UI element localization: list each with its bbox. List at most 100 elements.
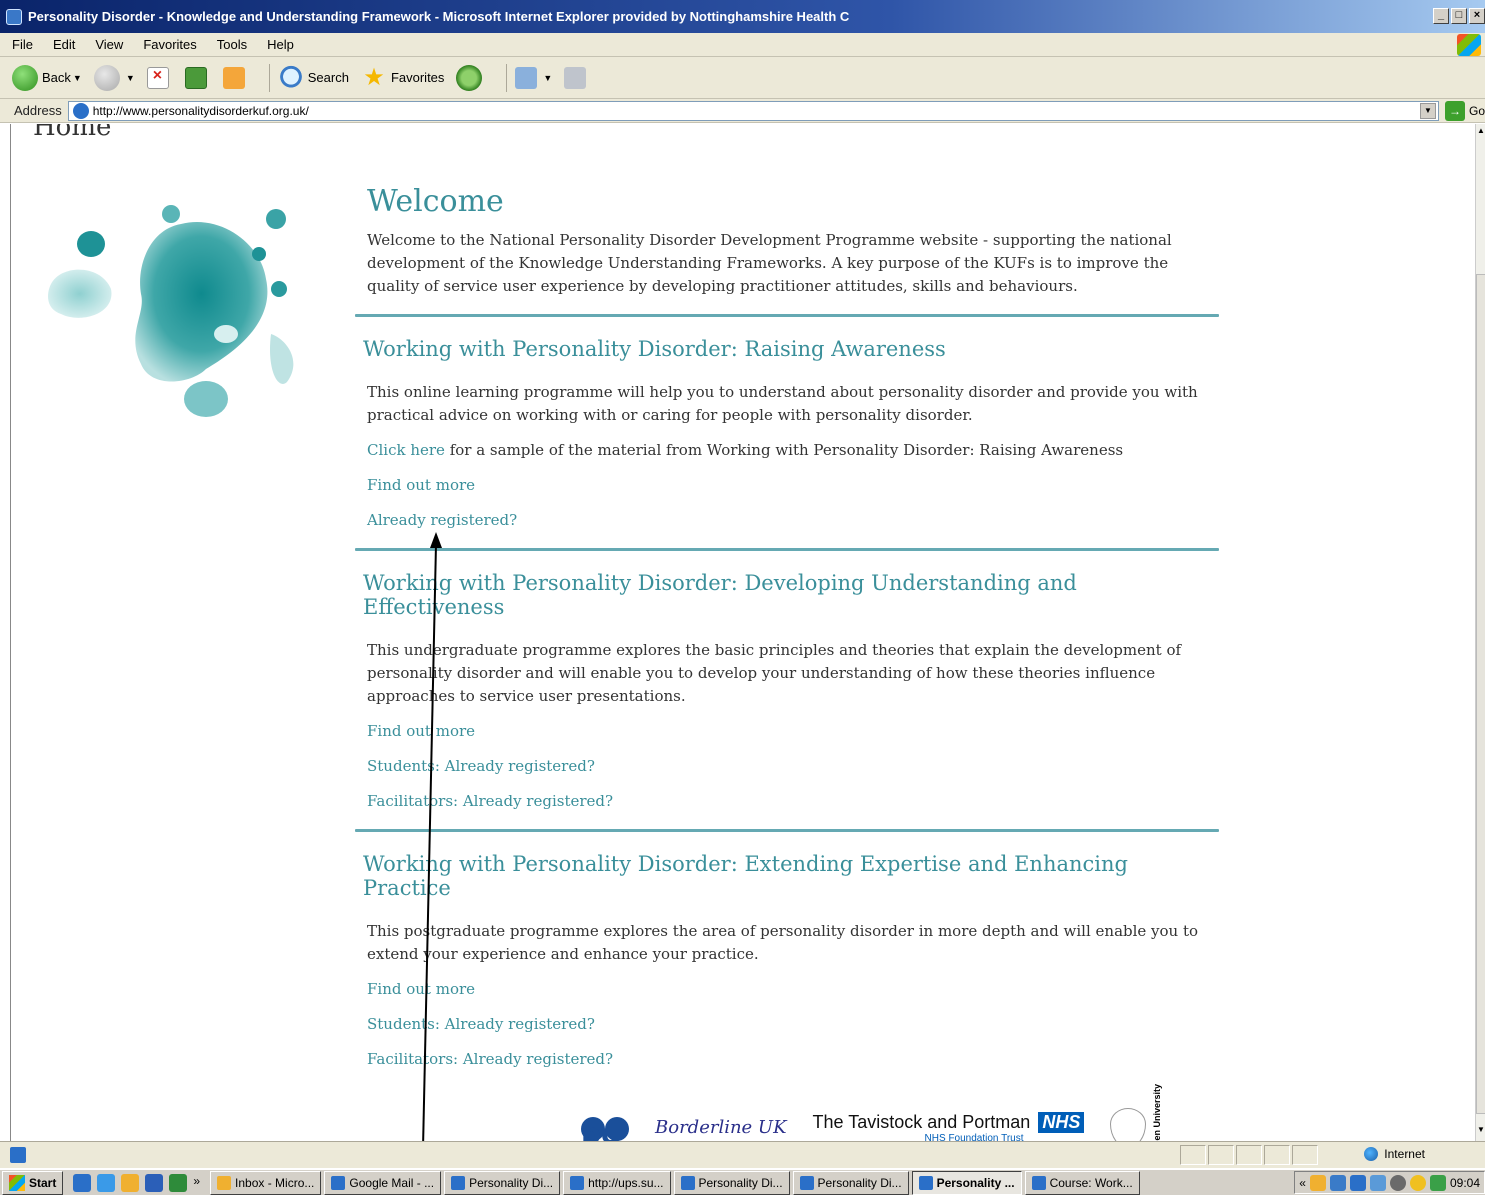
tray-disc-icon[interactable]: [1389, 1174, 1406, 1191]
tray-update-icon[interactable]: [1409, 1174, 1426, 1191]
open-university-text: The Open University: [1152, 1084, 1163, 1141]
tray-sync-icon[interactable]: [1429, 1174, 1446, 1191]
menu-help[interactable]: Help: [267, 37, 294, 52]
ie-icon: [1031, 1175, 1046, 1190]
open-university-shield-icon: [1110, 1107, 1147, 1141]
section-heading-extending-expertise[interactable]: Working with Personality Disorder: Exten…: [363, 852, 1221, 900]
section-heading-developing-understanding[interactable]: Working with Personality Disorder: Devel…: [363, 571, 1221, 619]
taskbar-item-label: Personality Di...: [469, 1175, 554, 1190]
taskbar-item-label: Google Mail - ...: [349, 1175, 435, 1190]
tray-network-icon[interactable]: [1329, 1174, 1346, 1191]
browser-quicklaunch-icon[interactable]: [97, 1173, 116, 1192]
menu-edit[interactable]: Edit: [53, 37, 75, 52]
tray-search-icon[interactable]: [1369, 1174, 1386, 1191]
tavistock-logo[interactable]: The Tavistock and Portman NHS NHS Foundat…: [813, 1111, 1085, 1141]
open-university-logo[interactable]: The Open University: [1110, 1084, 1172, 1141]
word-quicklaunch-icon[interactable]: [145, 1173, 164, 1192]
clock[interactable]: 09:04: [1450, 1176, 1480, 1190]
close-button[interactable]: ×: [1469, 8, 1485, 24]
menu-view[interactable]: View: [95, 37, 123, 52]
taskbar-item[interactable]: Inbox - Micro...: [210, 1170, 322, 1195]
start-button[interactable]: Start: [2, 1170, 64, 1195]
go-button[interactable]: → Go: [1444, 100, 1485, 121]
section-heading-raising-awareness[interactable]: Working with Personality Disorder: Raisi…: [363, 337, 1221, 361]
minimize-button[interactable]: _: [1433, 8, 1449, 24]
menu-file[interactable]: File: [12, 37, 33, 52]
address-url[interactable]: http://www.personalitydisorderkuf.org.uk…: [93, 104, 309, 118]
home-button[interactable]: [222, 66, 249, 89]
tray-messenger-icon[interactable]: [1349, 1174, 1366, 1191]
home-icon: [222, 66, 245, 89]
taskbar-item[interactable]: Personality Di...: [792, 1170, 909, 1195]
ie-icon: [918, 1175, 933, 1190]
section-text-extending-expertise: This postgraduate programme explores the…: [367, 922, 1199, 963]
scroll-down-icon[interactable]: ▼: [1476, 1125, 1485, 1139]
back-button[interactable]: Back ▼: [12, 64, 82, 91]
chevron-down-icon[interactable]: ▼: [543, 73, 552, 83]
section-divider: [355, 829, 1219, 832]
tray-chevron-icon[interactable]: «: [1299, 1176, 1306, 1190]
taskbar-item[interactable]: http://ups.su...: [563, 1170, 671, 1195]
history-button[interactable]: [456, 64, 486, 91]
tray-clock-icon[interactable]: [1309, 1174, 1326, 1191]
ie-icon: [570, 1175, 585, 1190]
ie-icon: [799, 1175, 814, 1190]
students-registered-link[interactable]: Students: Already registered?: [367, 755, 1221, 778]
refresh-icon: [184, 66, 207, 89]
taskbar-item[interactable]: Personality Di...: [673, 1170, 790, 1195]
taskbar-item[interactable]: Personality Di...: [444, 1170, 561, 1195]
excel-quicklaunch-icon[interactable]: [169, 1173, 188, 1192]
maximize-button[interactable]: □: [1451, 8, 1467, 24]
welcome-text: Welcome to the National Personality Diso…: [367, 231, 1172, 295]
taskbar-item-label: Course: Work...: [1049, 1175, 1133, 1190]
find-out-more-link[interactable]: Find out more: [367, 978, 1221, 1001]
find-out-more-link[interactable]: Find out more: [367, 720, 1221, 743]
menu-favorites[interactable]: Favorites: [143, 37, 196, 52]
star-icon: ★: [363, 63, 385, 91]
security-zone: Internet: [1364, 1147, 1425, 1161]
forward-button[interactable]: ▼: [93, 64, 135, 91]
vertical-scrollbar[interactable]: ▲ ▼: [1475, 124, 1485, 1141]
facilitators-registered-link[interactable]: Facilitators: Already registered?: [367, 790, 1221, 813]
borderline-logo[interactable]: Borderline UK: [655, 1117, 787, 1138]
main-content: Welcome Welcome to the National Personal…: [355, 184, 1221, 1071]
outlook-quicklaunch-icon[interactable]: [121, 1173, 140, 1192]
pd-logo[interactable]: pd: [581, 1111, 629, 1141]
stop-button[interactable]: [146, 66, 173, 89]
quick-launch: »: [73, 1173, 200, 1192]
mail-button[interactable]: ▼: [515, 66, 552, 89]
windows-logo-icon: [1457, 34, 1481, 56]
search-button[interactable]: Search: [277, 64, 349, 91]
refresh-button[interactable]: [184, 66, 211, 89]
nhs-trust-text: NHS Foundation Trust: [924, 1132, 1024, 1141]
ie-icon: [331, 1175, 346, 1190]
find-out-more-link[interactable]: Find out more: [367, 474, 1221, 497]
chevron-down-icon[interactable]: ▼: [126, 73, 135, 83]
nhs-badge: NHS: [1038, 1111, 1085, 1133]
watercolor-splash-art: [48, 205, 294, 417]
taskbar-item[interactable]: Google Mail - ...: [324, 1170, 442, 1195]
history-icon: [456, 64, 483, 91]
address-dropdown-icon[interactable]: ▼: [1419, 102, 1436, 119]
print-button[interactable]: [564, 66, 590, 89]
facilitators-registered-link[interactable]: Facilitators: Already registered?: [367, 1048, 1221, 1071]
scrollbar-thumb[interactable]: [1476, 274, 1485, 1114]
taskbar-item-active[interactable]: Personality ...: [911, 1170, 1022, 1195]
taskbar-item-label: Personality Di...: [817, 1175, 902, 1190]
scroll-up-icon[interactable]: ▲: [1476, 126, 1485, 140]
ie-quicklaunch-icon[interactable]: [73, 1173, 92, 1192]
click-here-link[interactable]: Click here: [367, 441, 445, 459]
menu-tools[interactable]: Tools: [217, 37, 247, 52]
section-text-developing-understanding: This undergraduate programme explores th…: [367, 641, 1182, 705]
favorites-button[interactable]: ★ Favorites: [361, 63, 445, 91]
students-registered-link[interactable]: Students: Already registered?: [367, 1013, 1221, 1036]
quicklaunch-chevron-icon[interactable]: »: [193, 1174, 200, 1192]
toolbar-separator: [268, 63, 270, 92]
search-label: Search: [307, 70, 349, 85]
already-registered-link[interactable]: Already registered?: [367, 509, 1221, 532]
chevron-down-icon[interactable]: ▼: [73, 73, 82, 83]
address-input[interactable]: http://www.personalitydisorderkuf.org.uk…: [67, 100, 1439, 121]
favorites-label: Favorites: [390, 70, 445, 85]
page-icon: [72, 102, 89, 119]
taskbar-item[interactable]: Course: Work...: [1024, 1170, 1140, 1195]
